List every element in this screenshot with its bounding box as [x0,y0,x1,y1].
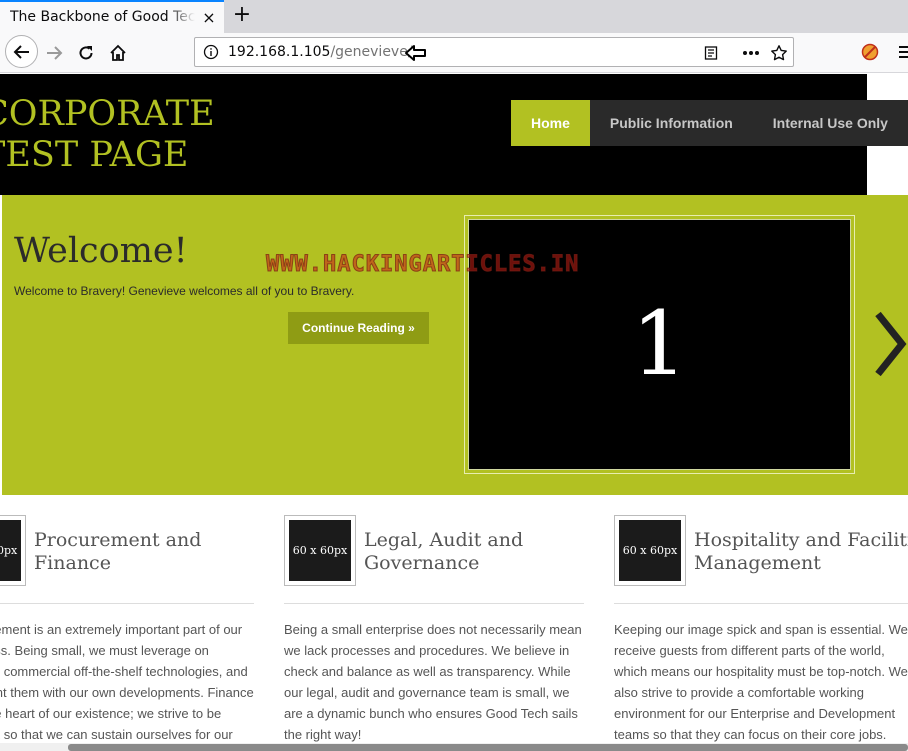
column-body: Keeping our image spick and span is esse… [614,619,908,745]
thumbnail-placeholder: 60 x 60px [619,520,681,581]
column-line: we lack processes and procedures. We bel… [284,643,570,658]
home-button[interactable] [103,38,133,68]
divider [614,603,908,604]
navigation-toolbar: 192.168.1.105/genevieve/ [0,33,908,73]
column-line: business. Being small, we must leverage … [0,643,209,658]
slide-number: 1 [631,292,688,395]
new-tab-button[interactable]: + [230,4,254,27]
column-line: existing commercial off-the-shelf techno… [0,664,248,679]
column-title-line2: Governance [364,552,480,574]
watermark-text: WWW.HACKINGARTICLES.IN [265,252,580,278]
star-icon [771,45,787,61]
site-title-line2: TEST PAGE [0,135,189,175]
forward-button[interactable] [39,38,69,68]
column-line: Keeping our image spick and span is esse… [614,622,908,637]
thumbnail-image: 60 x 60px [284,515,356,586]
main-nav: Home Public Information Internal Use Onl… [511,100,908,146]
column-line: teams so that they can focus on their co… [614,727,887,742]
nav-public-information[interactable]: Public Information [589,100,753,146]
back-arrow-icon [13,44,29,59]
mouse-pointer-icon [405,45,426,61]
url-text[interactable]: 192.168.1.105/genevieve/ [228,44,413,60]
column-line: also strive to provide a comfortable wor… [614,685,865,700]
column-line: Procurement is an extremely important pa… [0,622,243,637]
reload-button[interactable] [71,38,101,68]
nav-home[interactable]: Home [511,100,590,146]
column-title: Hospitality and Facilities Management [694,529,908,575]
reader-view-icon [704,46,718,60]
thumbnail-placeholder: 60 x 60px [0,520,21,581]
web-page: CORPORATE TEST PAGE Home Public Informat… [0,74,908,751]
horizontal-scrollbar[interactable] [0,743,908,751]
home-icon [110,44,126,61]
column-line: which means our hospitality must be top-… [614,664,908,679]
site-title-line1: CORPORATE [0,94,215,134]
column-body: Being a small enterprise does not necess… [284,619,594,745]
column-line: prudent so that we can sustain ourselves… [0,727,233,742]
column-line: the right way! [284,727,362,742]
column-title-line1: Legal, Audit and [364,529,524,551]
nav-internal-use-only[interactable]: Internal Use Only [752,100,908,146]
welcome-text: Welcome to Bravery! Genevieve welcomes a… [14,284,355,298]
column-title-line1: Hospitality and Facilities [694,529,908,551]
thumbnail-image: 60 x 60px [614,515,686,586]
scrollbar-thumb[interactable] [68,744,908,751]
continue-reading-button[interactable]: Continue Reading » [288,312,429,344]
url-path: /genevieve/ [330,44,413,60]
url-bar[interactable]: 192.168.1.105/genevieve/ [194,37,794,67]
feature-column-hospitality: 60 x 60px Hospitality and Facilities Man… [614,495,908,751]
column-line: environment for our Enterprise and Devel… [614,706,896,721]
column-line: is at the heart of our existence; we str… [0,706,222,721]
column-line: Being a small enterprise does not necess… [284,622,582,637]
tab-close-icon[interactable]: × [200,9,218,27]
column-title-line2: Management [694,552,821,574]
more-dots-icon [743,51,759,55]
divider [284,603,584,604]
extension-icon[interactable] [861,43,879,61]
column-title: Procurement and Finance [34,529,202,574]
column-line: receive guests from different parts of t… [614,643,885,658]
hamburger-menu-icon[interactable] [897,43,908,61]
divider [0,603,254,604]
thumbnail-placeholder: 60 x 60px [289,520,351,581]
thumbnail-image: 60 x 60px [0,515,26,586]
site-info-icon[interactable] [203,44,219,60]
column-body-procurement: Procurement is an extremely important pa… [0,619,260,745]
reader-view-button[interactable] [701,43,721,63]
back-button[interactable] [5,35,38,68]
tab-active[interactable]: The Backbone of Good Tech Inc × [0,0,224,33]
column-line: are a dynamic bunch who ensures Good Tec… [284,706,578,721]
column-title: Legal, Audit and Governance [364,529,523,575]
column-line: our legal, audit and governance team is … [284,685,570,700]
tab-strip: The Backbone of Good Tech Inc × + [0,0,908,33]
url-host: 192.168.1.105 [228,44,331,60]
forward-arrow-icon [47,46,63,60]
site-title[interactable]: CORPORATE TEST PAGE [0,94,215,176]
welcome-title: Welcome! [14,231,188,271]
reload-icon [79,46,93,60]
hero-banner: Welcome! Welcome to Bravery! Genevieve w… [2,195,908,495]
page-actions-button[interactable] [741,43,761,63]
feature-columns: 60 x 60px Procurement and Finance Procur… [0,495,908,751]
slider-next-arrow-icon[interactable] [872,310,908,378]
bookmark-button[interactable] [769,43,789,63]
column-line: check and balance as well as transparenc… [284,664,571,679]
column-line: augment them with our own developments. … [0,685,254,700]
tab-title: The Backbone of Good Tech Inc [10,9,195,25]
